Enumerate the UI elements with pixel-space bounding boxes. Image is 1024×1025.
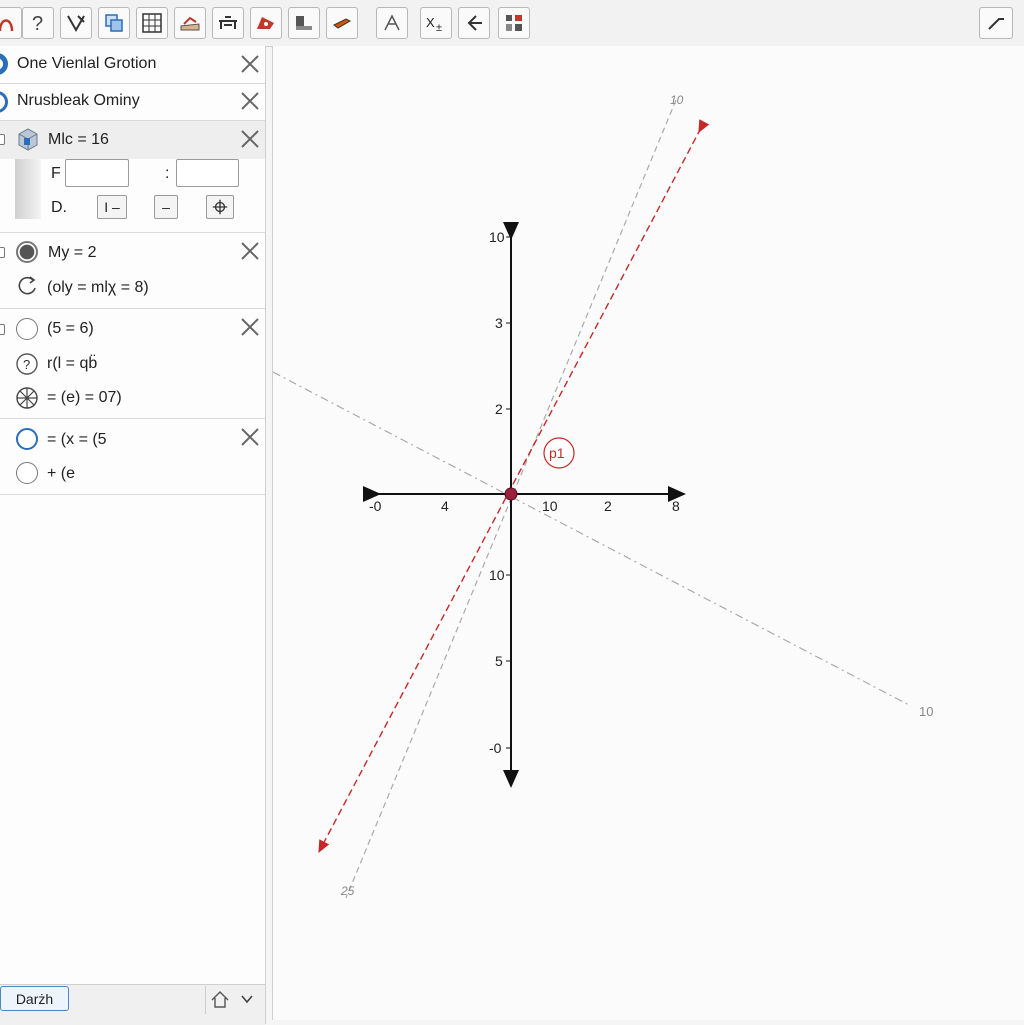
field-label: : xyxy=(165,165,170,182)
move-tool-icon[interactable] xyxy=(60,7,92,39)
y-tick-label: 10 xyxy=(489,567,505,583)
minus-button[interactable]: – xyxy=(154,195,178,219)
transform-tool-icon[interactable] xyxy=(376,7,408,39)
close-icon[interactable] xyxy=(240,54,260,74)
y-tick-label: 10 xyxy=(489,229,505,245)
y-tick-label: 3 xyxy=(495,315,503,331)
field-label: D. xyxy=(51,199,67,216)
close-icon[interactable] xyxy=(240,427,260,447)
line-label: 10 xyxy=(670,93,684,107)
algebra-item-sublabel: r(l = qb̈ xyxy=(47,355,98,372)
visibility-toggle-icon[interactable] xyxy=(0,53,8,75)
x-tick-label: 10 xyxy=(542,498,558,514)
checkbox[interactable] xyxy=(0,324,5,335)
algebra-item-sublabel: (oly = mlχ = 8) xyxy=(47,279,149,296)
slope-tool-icon[interactable] xyxy=(250,7,282,39)
help-question-icon[interactable]: ? xyxy=(22,7,54,39)
bench-tool-icon[interactable] xyxy=(212,7,244,39)
svg-text:X: X xyxy=(426,15,435,30)
algebra-item-label: Nrusbleak Ominy xyxy=(17,92,140,109)
line-label: 10 xyxy=(919,704,933,719)
dashed-line[interactable] xyxy=(272,371,912,707)
value-field[interactable] xyxy=(65,159,129,187)
algebra-item-label: One Vienlal Grotion xyxy=(17,55,157,72)
xy-tool-icon[interactable]: X ± xyxy=(420,7,452,39)
curve-arrow-icon[interactable] xyxy=(0,7,22,39)
close-icon[interactable] xyxy=(240,129,260,149)
settings-button[interactable] xyxy=(206,195,234,219)
point-label: p1 xyxy=(549,445,565,461)
close-icon[interactable] xyxy=(240,241,260,261)
x-tick-label: 4 xyxy=(441,498,449,514)
grid-options-icon[interactable] xyxy=(498,7,530,39)
algebra-item-label: My = 2 xyxy=(48,244,97,261)
help-circle-icon: ? xyxy=(16,353,38,375)
refresh-curve-icon xyxy=(18,276,36,295)
pencil-tool-icon[interactable] xyxy=(326,7,358,39)
svg-text:±: ± xyxy=(436,22,442,34)
algebra-item[interactable]: One Vienlal Grotion xyxy=(0,46,265,83)
back-arrow-tool-icon[interactable] xyxy=(458,7,490,39)
cube-icon xyxy=(18,128,38,151)
checkbox[interactable] xyxy=(0,134,5,145)
close-icon[interactable] xyxy=(240,317,260,337)
algebra-item-details: F : D. I – – xyxy=(0,159,265,232)
algebra-item-sublabel: = (e) = 07) xyxy=(47,389,122,406)
copy-tool-icon[interactable] xyxy=(98,7,130,39)
value-field[interactable] xyxy=(176,159,239,187)
algebra-item-sublabel: + (e xyxy=(47,465,76,482)
visibility-toggle-icon[interactable] xyxy=(16,428,38,450)
algebra-item-label: Mlc = 16 xyxy=(48,131,109,148)
point-p1[interactable] xyxy=(504,487,518,501)
algebra-item[interactable]: Nrusbleak Ominy xyxy=(0,84,265,120)
wheel-icon xyxy=(16,387,38,409)
object-tool-icon[interactable] xyxy=(288,7,320,39)
graph-canvas[interactable]: -0 4 10 2 8 10 3 2 10 5 -0 p1 10 10 25 xyxy=(272,46,1024,1020)
slider-track[interactable] xyxy=(15,159,41,219)
x-tick-label: 2 xyxy=(604,498,612,514)
input-button[interactable]: Darżh xyxy=(0,986,69,1011)
algebra-item-label: (5 = 6) xyxy=(47,320,94,337)
svg-text:?: ? xyxy=(32,13,43,35)
y-tick-label: 5 xyxy=(495,653,503,669)
graphics-view[interactable]: -0 4 10 2 8 10 3 2 10 5 -0 p1 10 10 25 xyxy=(272,46,1024,1020)
target-icon xyxy=(212,199,228,215)
redo-arrow-icon[interactable] xyxy=(979,7,1013,39)
algebra-panel: One Vienlal Grotion Nrusbleak Ominy Mlc … xyxy=(0,46,266,1025)
y-tick-label: -0 xyxy=(489,740,502,756)
line-label: 25 xyxy=(340,884,355,898)
spreadsheet-grid-icon[interactable] xyxy=(136,7,168,39)
chevron-down-icon[interactable] xyxy=(239,992,255,1006)
x-tick-label: 8 xyxy=(672,498,680,514)
graph-tool-icon[interactable] xyxy=(174,7,206,39)
y-tick-label: 2 xyxy=(495,401,503,417)
algebra-item[interactable]: = (x = (5 + (e xyxy=(0,419,265,494)
algebra-item[interactable]: My = 2 (oly = mlχ = 8) xyxy=(0,233,265,308)
decrement-button[interactable]: I – xyxy=(97,195,127,219)
algebra-item[interactable]: (5 = 6) ? r(l = qb̈ = (e) = 07) xyxy=(0,309,265,418)
close-icon[interactable] xyxy=(240,91,260,111)
visibility-toggle-icon[interactable] xyxy=(0,91,8,113)
checkbox[interactable] xyxy=(0,247,5,258)
algebra-item[interactable]: Mlc = 16 xyxy=(0,121,265,159)
field-label: F xyxy=(51,165,61,182)
visibility-toggle-icon[interactable] xyxy=(16,318,38,340)
x-tick-label: -0 xyxy=(369,498,382,514)
toolbar: ? X ± xyxy=(0,0,1024,47)
visibility-toggle-icon[interactable] xyxy=(16,241,38,263)
home-icon[interactable] xyxy=(209,989,231,1009)
visibility-toggle-icon[interactable] xyxy=(16,462,38,484)
algebra-item-label: = (x = (5 xyxy=(47,431,107,448)
svg-text:?: ? xyxy=(23,357,30,372)
